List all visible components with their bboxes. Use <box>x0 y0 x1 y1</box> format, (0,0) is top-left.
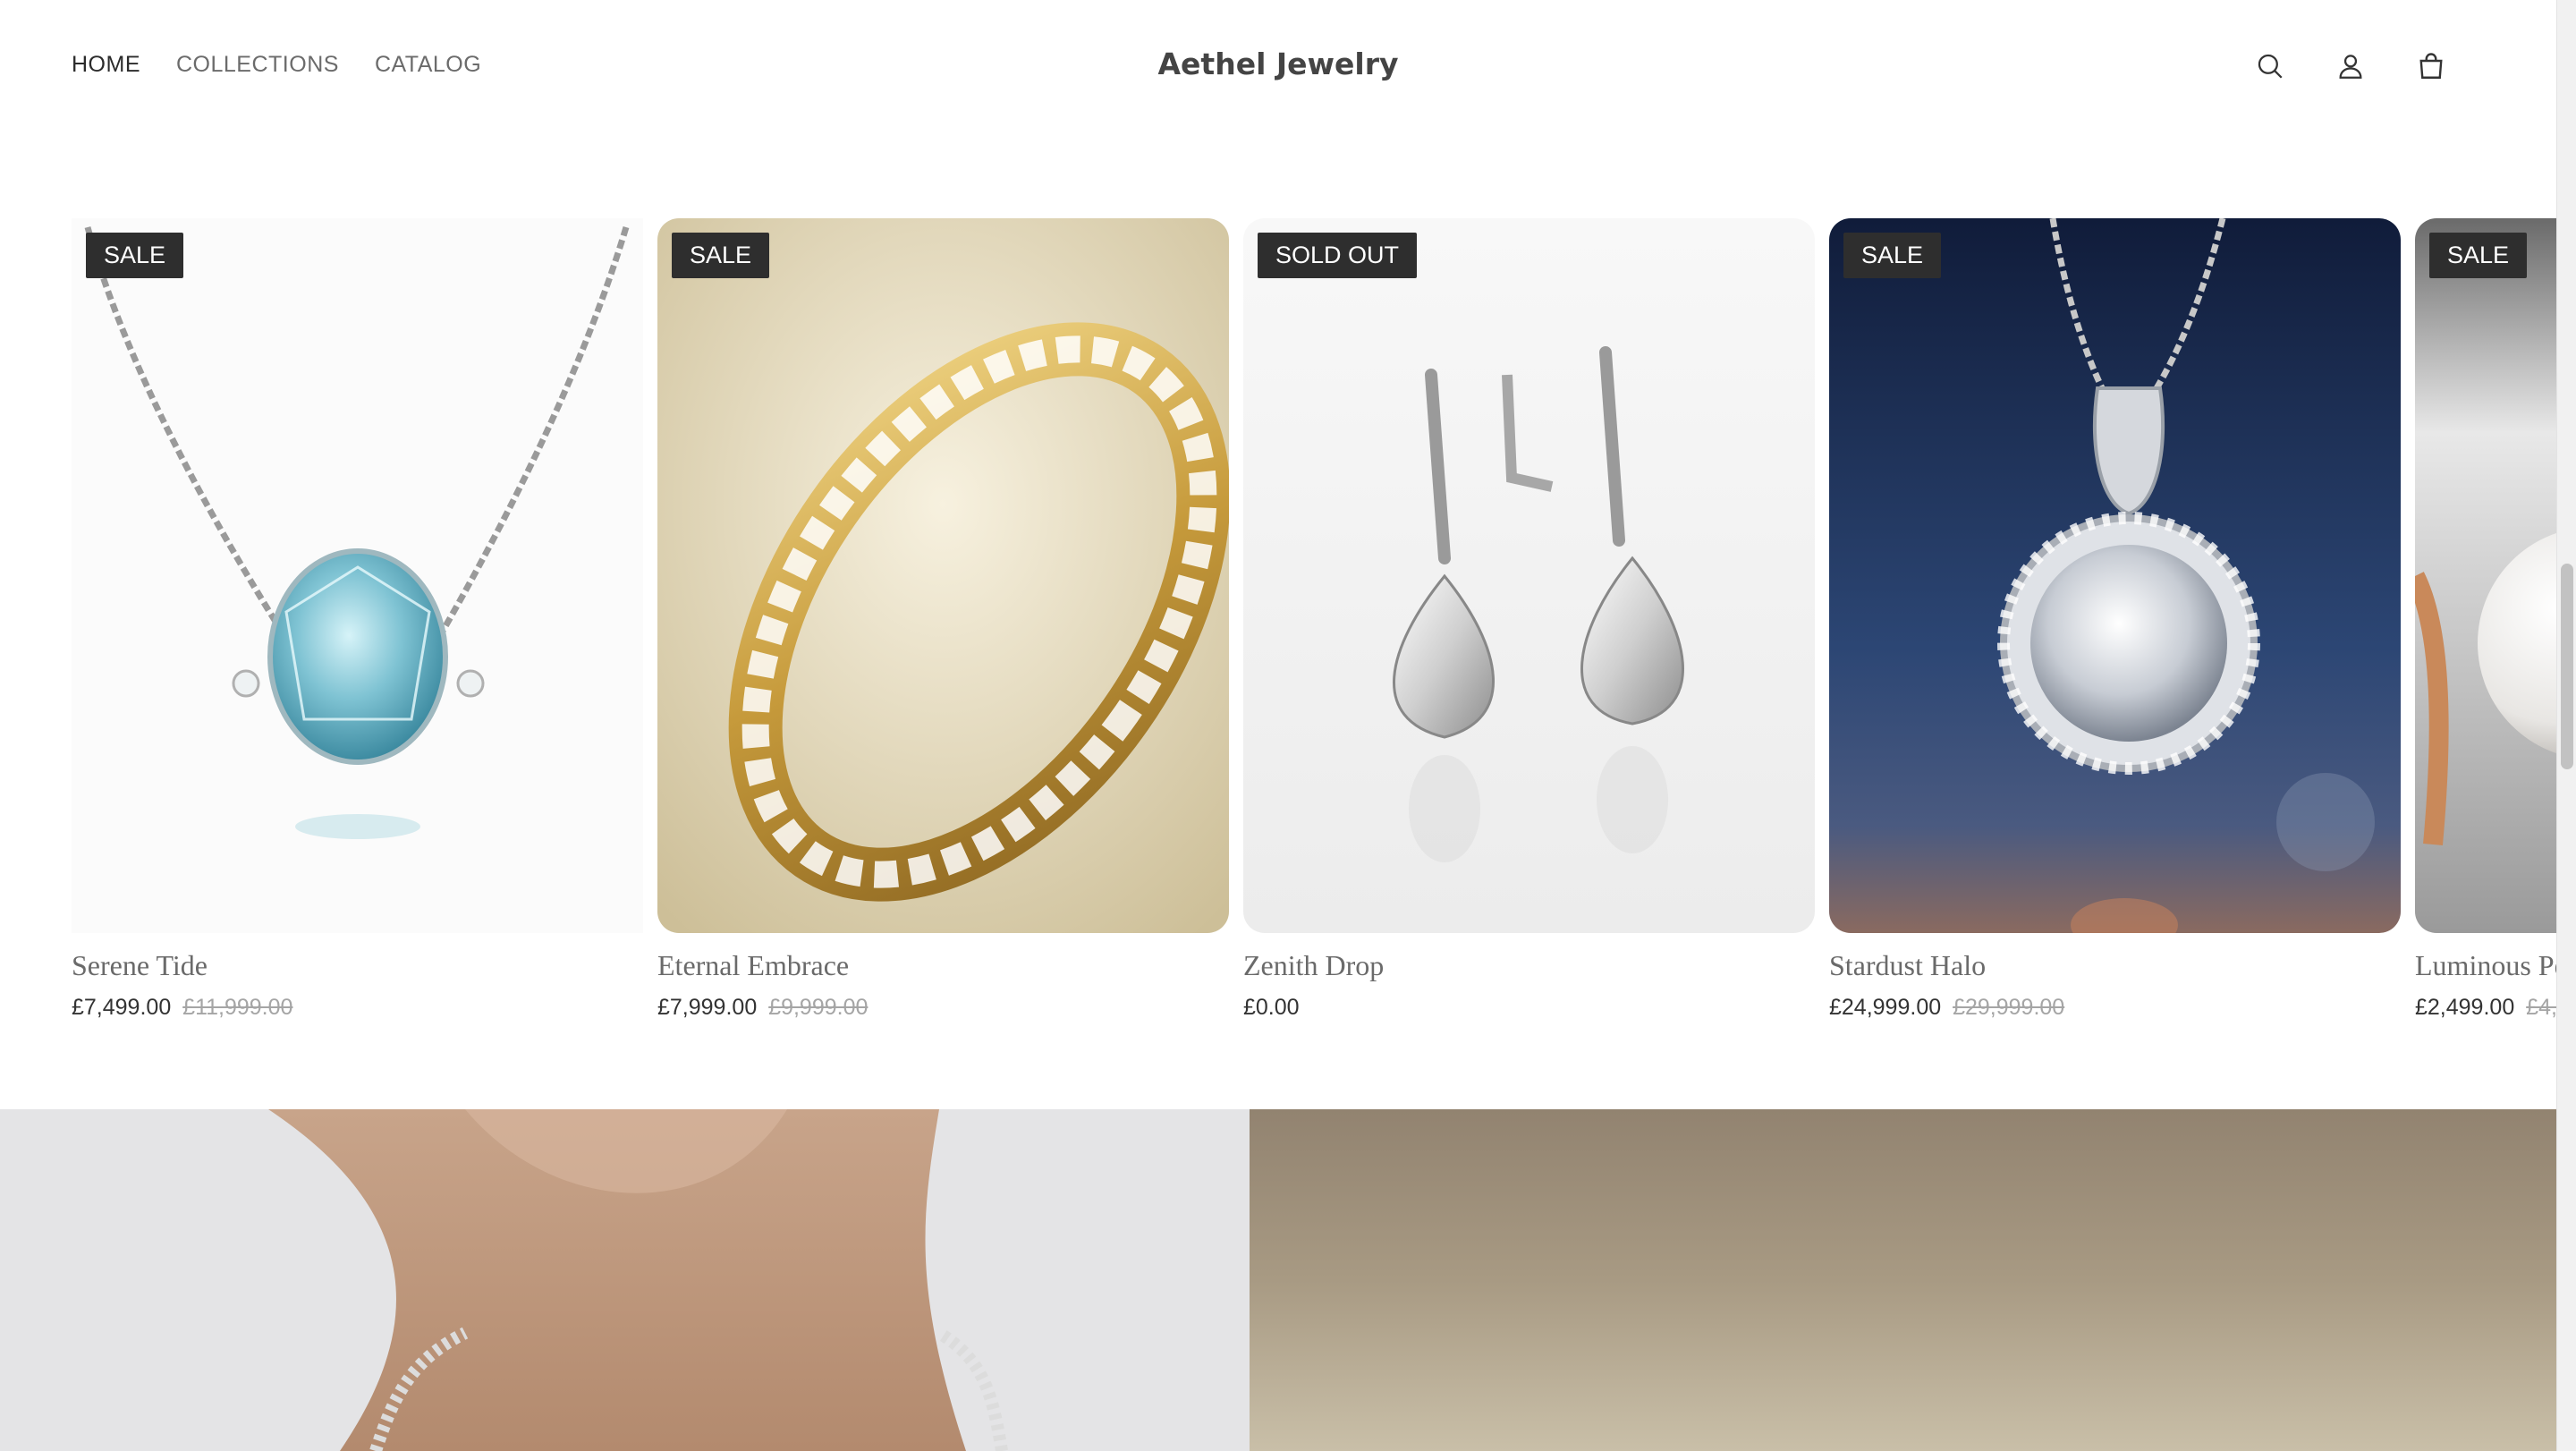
compare-at-price: £29,999.00 <box>1953 995 2065 1020</box>
product-card[interactable]: SOLD OUT Zenith Drop £0.00 <box>1243 218 1815 1021</box>
product-card[interactable]: SALE Eternal Embrace £7,999.00 £9,999.00 <box>657 218 1229 1021</box>
sale-price: £24,999.00 <box>1829 995 1942 1020</box>
model-necklace-banner[interactable] <box>0 1109 1250 1451</box>
sold-out-badge: SOLD OUT <box>1258 233 1418 278</box>
sale-badge: SALE <box>1843 233 1942 278</box>
sale-price: £7,999.00 <box>657 995 758 1020</box>
product-name[interactable]: Luminous Pe <box>2415 949 2556 982</box>
sale-badge: SALE <box>86 233 184 278</box>
product-price: £24,999.00 £29,999.00 <box>1829 995 2401 1021</box>
sale-badge: SALE <box>672 233 770 278</box>
product-name[interactable]: Stardust Halo <box>1829 949 2401 982</box>
product-card[interactable]: SALE Luminous Pe £2,499.00 £4, <box>2415 218 2556 1021</box>
product-price: £2,499.00 £4, <box>2415 995 2556 1021</box>
brand-logo[interactable]: Aethel Jewelry <box>0 47 2556 81</box>
product-image[interactable]: SALE <box>657 218 1229 933</box>
product-carousel: SALE Serene Tide £7,499.00 £11,999.00 SA… <box>72 218 2556 1041</box>
product-price: £7,499.00 £11,999.00 <box>72 995 643 1021</box>
sale-badge: SALE <box>2429 233 2528 278</box>
site-header: HOME COLLECTIONS CATALOG Aethel Jewelry <box>0 0 2556 134</box>
scrollbar-thumb[interactable] <box>2561 564 2573 769</box>
product-name[interactable]: Serene Tide <box>72 949 643 982</box>
cart-icon[interactable] <box>2411 47 2451 86</box>
product-price: £7,999.00 £9,999.00 <box>657 995 1229 1021</box>
header-actions <box>2250 47 2451 86</box>
compare-at-price: £4, <box>2526 995 2556 1020</box>
sale-price: £0.00 <box>1243 995 1300 1020</box>
product-image[interactable]: SALE <box>72 218 643 933</box>
product-name[interactable]: Eternal Embrace <box>657 949 1229 982</box>
product-card[interactable]: SALE Stardust Halo £24,999.00 £29,999.00 <box>1829 218 2401 1021</box>
product-image[interactable]: SOLD OUT <box>1243 218 1815 933</box>
product-price: £0.00 <box>1243 995 1815 1021</box>
product-name[interactable]: Zenith Drop <box>1243 949 1815 982</box>
search-icon[interactable] <box>2250 47 2290 86</box>
compare-at-price: £9,999.00 <box>768 995 869 1020</box>
compare-at-price: £11,999.00 <box>182 995 293 1020</box>
sale-price: £2,499.00 <box>2415 995 2515 1020</box>
lifestyle-banner[interactable] <box>1250 1109 2556 1451</box>
page: HOME COLLECTIONS CATALOG Aethel Jewelry <box>0 0 2576 1451</box>
product-image[interactable]: SALE <box>1829 218 2401 933</box>
page-scrollbar[interactable] <box>2556 0 2576 1451</box>
account-icon[interactable] <box>2331 47 2370 86</box>
sale-price: £7,499.00 <box>72 995 172 1020</box>
product-image[interactable]: SALE <box>2415 218 2556 933</box>
product-card[interactable]: SALE Serene Tide £7,499.00 £11,999.00 <box>72 218 643 1021</box>
